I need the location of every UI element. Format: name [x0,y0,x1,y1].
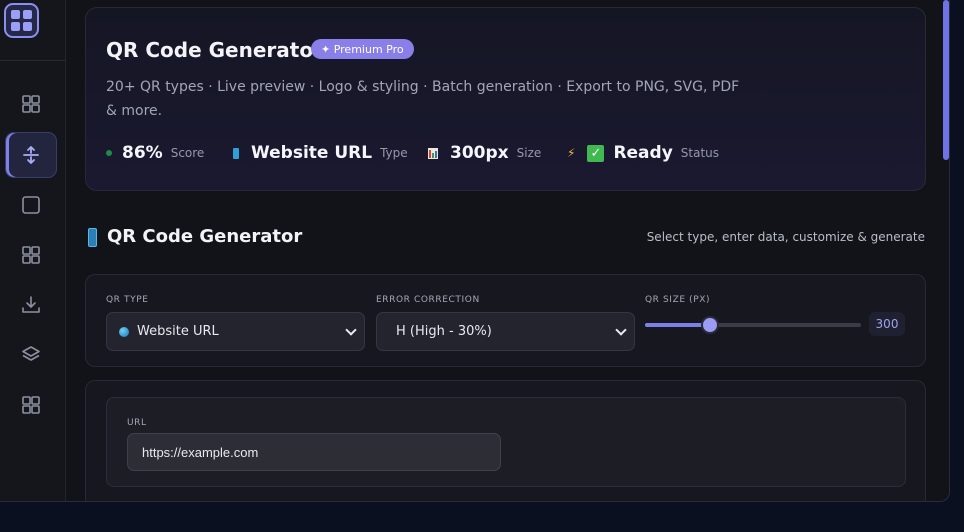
mobile-phone-icon [88,228,97,247]
chevron-down-icon [345,324,357,336]
sidebar-item-generator[interactable] [5,132,57,178]
url-card: URL https://example.com [85,380,926,501]
url-label: URL [127,418,147,428]
qr-type-value: Website URL [137,324,219,339]
stat-label: Status [680,146,720,160]
error-correction-value: H (High - 30%) [396,324,492,339]
page-title: QR Code Generator [106,38,323,62]
layers-icon [22,346,40,361]
error-correction-select[interactable]: H (High - 30%) [376,312,635,351]
options-card: QR TYPE Website URL ERROR CORRECTION H (… [85,274,926,367]
stat-size: 300px Size [428,141,541,165]
sidebar-divider [0,60,66,61]
hero-description: 20+ QR types · Live preview · Logo & sty… [106,79,740,119]
qr-size-slider[interactable] [645,318,861,332]
qr-size-value: 300 [869,312,905,336]
green-dot-icon [106,150,112,156]
slider-fill [645,323,710,327]
stat-value: Website URL [251,143,373,163]
app-logo-icon[interactable] [4,3,39,38]
stat-value: Ready [613,143,673,163]
sidebar-item-dashboard[interactable] [5,81,57,127]
qr-type-label: QR TYPE [106,295,149,305]
stat-label: Type [380,146,408,160]
sidebar-item-frame[interactable] [5,182,57,228]
grid-icon [22,246,40,264]
stat-label: Size [516,146,542,160]
checkmark-icon: ✓ [587,144,605,162]
grid-icon [22,95,40,113]
lightning-icon: ⚡ [567,146,576,160]
scrollbar-thumb[interactable] [943,0,949,160]
sidebar-item-layers[interactable] [5,332,57,378]
stat-value: 86% [122,143,163,163]
globe-icon [119,326,129,337]
stat-score: 86% Score [106,141,204,165]
qr-size-label: QR SIZE (PX) [645,295,711,305]
app-window: QR Code Generator ✦ Premium Pro 20+ QR t… [0,0,950,502]
slider-thumb[interactable] [702,318,717,332]
hero-card: QR Code Generator ✦ Premium Pro 20+ QR t… [85,7,926,191]
section-subtitle: Select type, enter data, customize & gen… [646,230,925,244]
url-input[interactable]: https://example.com [127,433,501,471]
mobile-phone-icon [233,147,239,159]
sidebar-item-more[interactable] [5,382,57,428]
sidebar [0,0,66,501]
error-correction-label: ERROR CORRECTION [376,295,480,305]
chevron-down-icon [615,324,627,336]
bar-chart-icon [428,147,438,159]
stat-label: Score [170,146,205,160]
stat-status: ⚡ ✓ Ready Status [567,141,719,165]
square-icon [22,196,40,214]
sidebar-item-batch[interactable] [5,232,57,278]
stat-type: Website URL Type [233,141,408,165]
premium-badge: ✦ Premium Pro [311,39,414,59]
download-icon [22,296,40,313]
url-field-group: URL https://example.com [106,397,906,487]
grid-icon [22,396,40,414]
qr-type-select[interactable]: Website URL [106,312,365,351]
stat-value: 300px [450,143,509,163]
section-title: QR Code Generator [107,226,303,247]
sidebar-item-export[interactable] [5,282,57,328]
sort-arrows-icon [23,146,39,164]
